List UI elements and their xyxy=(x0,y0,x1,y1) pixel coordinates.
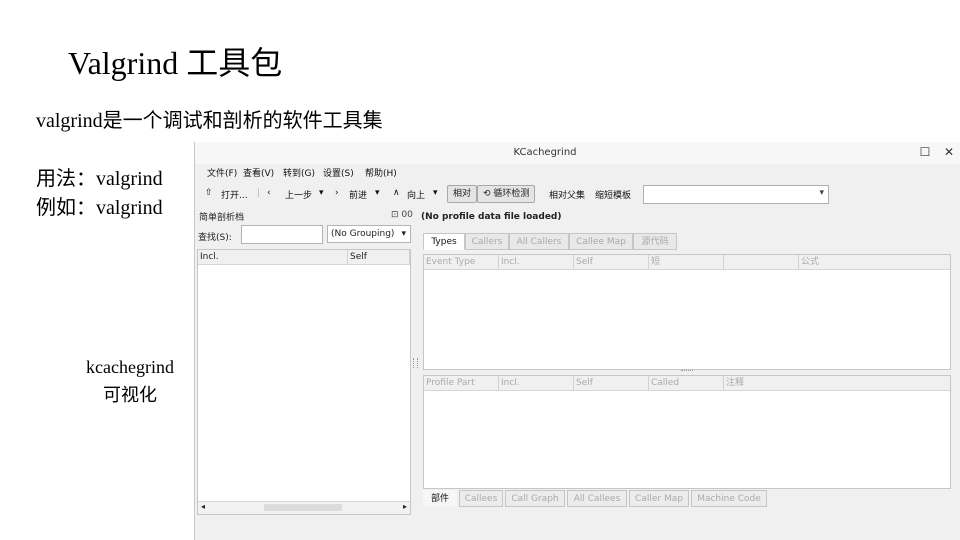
column-self[interactable]: Self xyxy=(574,255,649,269)
menu-bar: 文件(F) 查看(V) 转到(G) 设置(S) 帮助(H) xyxy=(195,164,960,180)
chevron-down-icon: ▾ xyxy=(819,188,824,198)
tab-callee-map[interactable]: Callee Map xyxy=(569,233,633,250)
up-button[interactable]: 向上 xyxy=(407,188,425,201)
close-button[interactable]: ✕ xyxy=(941,145,957,159)
tab-types[interactable]: Types xyxy=(423,233,465,250)
caption-line2: 可视化 xyxy=(103,385,157,405)
relative-toggle[interactable]: 相对 xyxy=(447,185,478,203)
tab-parts[interactable]: 部件 xyxy=(423,490,457,507)
column-self[interactable]: Self xyxy=(348,250,410,264)
column-incl[interactable]: Incl. xyxy=(499,376,574,390)
tab-callers[interactable]: Callers xyxy=(465,233,509,250)
column-incl[interactable]: Incl. xyxy=(198,250,348,264)
shorten-templates-button[interactable]: 缩短模板 xyxy=(595,188,631,201)
caption-line1: kcachegrind xyxy=(86,357,174,377)
profile-parts-list[interactable]: Profile Part Incl. Self Called 注释 xyxy=(423,375,951,489)
tab-machine-code[interactable]: Machine Code xyxy=(691,490,767,507)
relative-to-parent-button[interactable]: 相对父集 xyxy=(549,188,585,201)
up-dropdown-icon[interactable]: ▾ xyxy=(433,188,438,198)
scrollbar-thumb[interactable] xyxy=(264,504,342,511)
column-short[interactable]: 短 xyxy=(649,255,724,269)
tab-all-callers[interactable]: All Callers xyxy=(509,233,569,250)
cycle-detection-label: 循环检测 xyxy=(493,189,530,199)
column-incl[interactable]: Incl. xyxy=(499,255,574,269)
search-label: 查找(S): xyxy=(198,233,232,243)
column-formula[interactable]: 公式 xyxy=(799,255,950,269)
status-label: (No profile data file loaded) xyxy=(421,212,562,222)
up-arrow-icon[interactable]: ∧ xyxy=(393,188,400,198)
slide-title: Valgrind 工具包 xyxy=(68,45,283,81)
column-profile-part[interactable]: Profile Part xyxy=(424,376,499,390)
column-event-type[interactable]: Event Type xyxy=(424,255,499,269)
function-list-header: Incl. Self xyxy=(198,250,410,265)
tab-caller-map[interactable]: Caller Map xyxy=(629,490,689,507)
chevron-down-icon: ▾ xyxy=(401,229,406,239)
profile-parts-header: Profile Part Incl. Self Called 注释 xyxy=(424,376,950,391)
menu-view[interactable]: 查看(V) xyxy=(243,166,274,179)
scroll-left-icon[interactable]: ◂ xyxy=(201,502,205,511)
column-self[interactable]: Self xyxy=(574,376,649,390)
tab-call-graph[interactable]: Call Graph xyxy=(505,490,565,507)
column-called[interactable]: Called xyxy=(649,376,724,390)
column-blank[interactable] xyxy=(724,255,799,269)
horizontal-scrollbar[interactable]: ◂ ▸ xyxy=(198,501,410,514)
menu-go[interactable]: 转到(G) xyxy=(283,166,315,179)
forward-arrow-icon[interactable]: › xyxy=(335,188,339,198)
back-dropdown-icon[interactable]: ▾ xyxy=(319,188,324,198)
back-button[interactable]: 上一步 xyxy=(285,188,312,201)
event-types-header: Event Type Incl. Self 短 公式 xyxy=(424,255,950,270)
column-comment[interactable]: 注释 xyxy=(724,376,950,390)
search-input[interactable] xyxy=(241,225,323,244)
scroll-right-icon[interactable]: ▸ xyxy=(403,502,407,511)
window-titlebar: KCachegrind ☐ ✕ xyxy=(195,142,960,164)
maximize-button[interactable]: ☐ xyxy=(917,145,933,159)
kcachegrind-window: KCachegrind ☐ ✕ 文件(F) 查看(V) 转到(G) 设置(S) … xyxy=(194,142,960,540)
event-type-select[interactable]: ▾ xyxy=(643,185,829,204)
menu-help[interactable]: 帮助(H) xyxy=(365,166,397,179)
cycle-icon: ⟲ xyxy=(483,189,494,199)
toolbar-separator: | xyxy=(257,188,261,198)
grouping-select[interactable]: (No Grouping) ▾ xyxy=(327,225,411,243)
tab-all-callees[interactable]: All Callees xyxy=(567,490,627,507)
intro-text: valgrind是一个调试和剖析的软件工具集 xyxy=(36,110,383,132)
event-types-list[interactable]: Event Type Incl. Self 短 公式 xyxy=(423,254,951,370)
tab-callees[interactable]: Callees xyxy=(459,490,503,507)
forward-dropdown-icon[interactable]: ▾ xyxy=(375,188,380,198)
forward-button[interactable]: 前进 xyxy=(349,188,367,201)
window-title: KCachegrind xyxy=(513,147,577,158)
left-panel-title: 简单剖析档 xyxy=(199,213,245,223)
example-text: 例如：valgrind xyxy=(36,197,163,219)
open-button[interactable]: 打开... xyxy=(221,188,248,201)
tab-source-code[interactable]: 源代码 xyxy=(633,233,677,250)
toolbar: ⇧ 打开... | ‹ 上一步 ▾ › 前进 ▾ ∧ 向上 ▾ 相对 ⟲ 循环检… xyxy=(195,180,960,208)
usage-text: 用法：valgrind xyxy=(36,168,163,190)
menu-file[interactable]: 文件(F) xyxy=(207,166,237,179)
open-icon[interactable]: ⇧ xyxy=(205,188,213,198)
left-panel-dock-icon[interactable]: ⊡ 00 xyxy=(391,210,413,220)
menu-settings[interactable]: 设置(S) xyxy=(323,166,354,179)
grouping-value: (No Grouping) xyxy=(331,229,395,239)
function-list[interactable]: Incl. Self ◂ ▸ xyxy=(197,249,411,515)
cycle-detection-toggle[interactable]: ⟲ 循环检测 xyxy=(477,185,536,203)
back-arrow-icon[interactable]: ‹ xyxy=(267,188,271,198)
vertical-splitter-handle[interactable] xyxy=(413,358,418,368)
